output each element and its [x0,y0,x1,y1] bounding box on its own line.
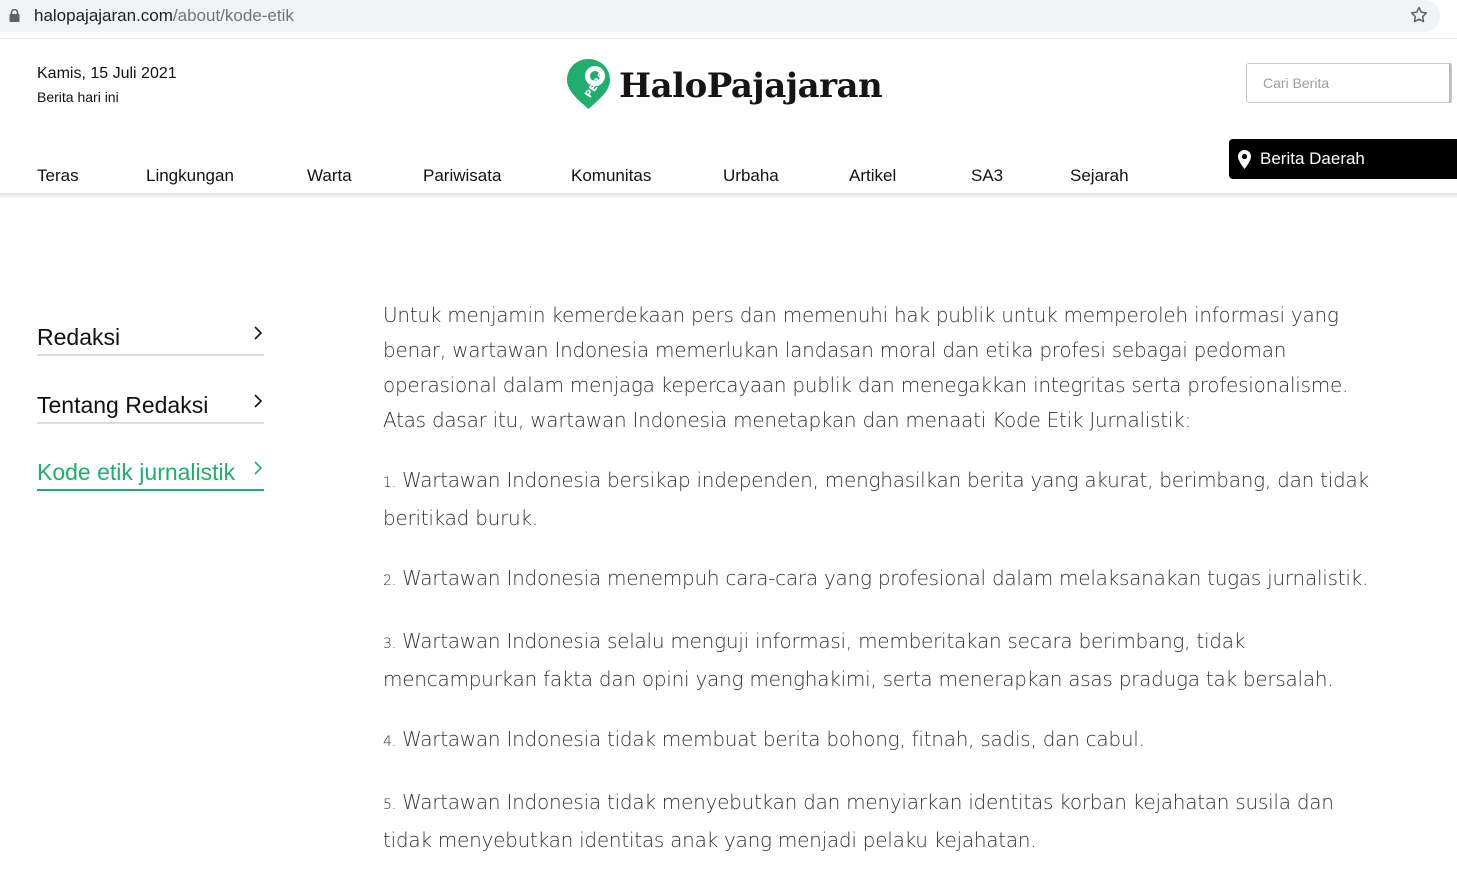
intro-paragraph: Untuk menjamin kemerdekaan pers dan meme… [383,303,1349,432]
sidebar-item-redaksi[interactable]: Redaksi [37,320,264,356]
point-number: 1. [383,475,396,491]
point-text: Wartawan Indonesia selalu menguji inform… [383,629,1334,691]
lock-icon [9,9,20,22]
sidebar-item-label: Tentang Redaksi [37,392,209,418]
point-text: Wartawan Indonesia bersikap independen, … [383,468,1369,530]
browser-address-bar[interactable]: halopajajaran.com/about/kode-etik [0,0,1440,32]
nav-item-lingkungan[interactable]: Lingkungan [146,166,234,186]
nav-item-komunitas[interactable]: Komunitas [571,166,651,186]
sidebar-item-tentang-redaksi[interactable]: Tentang Redaksi [37,388,264,424]
sidebar-item-label: Kode etik jurnalistik [37,459,236,485]
sidebar-item-kode-etik[interactable]: Kode etik jurnalistik [37,455,264,491]
berita-daerah-button[interactable]: Berita Daerah [1229,139,1457,179]
site-logo[interactable]: HaloPajajaran [619,66,883,106]
nav-item-sa3[interactable]: SA3 [971,166,1003,186]
code-point-2: 2. Wartawan Indonesia menempuh cara-cara… [383,561,1383,599]
point-text: Wartawan Indonesia tidak membuat berita … [401,727,1145,751]
nav-item-pariwisata[interactable]: Pariwisata [423,166,501,186]
url-path: /about/kode-etik [172,6,294,25]
chevron-right-icon [254,394,262,408]
chevron-right-icon [254,461,262,475]
point-text: Wartawan Indonesia menempuh cara-cara ya… [401,566,1369,590]
nav-item-warta[interactable]: Warta [307,166,352,186]
code-point-5: 5. Wartawan Indonesia tidak menyebutkan … [383,785,1383,858]
nav-divider [0,193,1457,199]
nav-item-artikel[interactable]: Artikel [849,166,896,186]
berita-daerah-label: Berita Daerah [1260,149,1365,168]
point-number: 3. [383,636,396,652]
chevron-right-icon [254,326,262,340]
divider [0,38,1457,39]
logo-pin-icon[interactable]: PERS [565,57,612,111]
map-pin-icon [1238,149,1251,169]
search-input[interactable] [1246,63,1452,103]
point-number: 5. [383,797,396,813]
url-text[interactable]: halopajajaran.com/about/kode-etik [34,6,294,26]
url-host: halopajajaran.com [34,6,173,25]
code-point-1: 1. Wartawan Indonesia bersikap independe… [383,463,1383,536]
point-number: 4. [383,734,396,750]
nav-item-teras[interactable]: Teras [37,166,79,186]
bookmark-star-icon[interactable] [1409,5,1429,25]
date-subtitle: Berita hari ini [37,89,119,105]
sidebar-item-label: Redaksi [37,324,121,350]
point-text: Wartawan Indonesia tidak menyebutkan dan… [383,790,1334,852]
code-point-4: 4. Wartawan Indonesia tidak membuat beri… [383,722,1383,760]
code-point-3: 3. Wartawan Indonesia selalu menguji inf… [383,624,1383,697]
nav-item-sejarah[interactable]: Sejarah [1070,166,1129,186]
search-button[interactable] [1449,63,1451,103]
point-number: 2. [383,573,396,589]
nav-item-urbaha[interactable]: Urbaha [723,166,779,186]
current-date: Kamis, 15 Juli 2021 [37,65,177,82]
article-content: Untuk menjamin kemerdekaan pers dan meme… [383,298,1383,883]
